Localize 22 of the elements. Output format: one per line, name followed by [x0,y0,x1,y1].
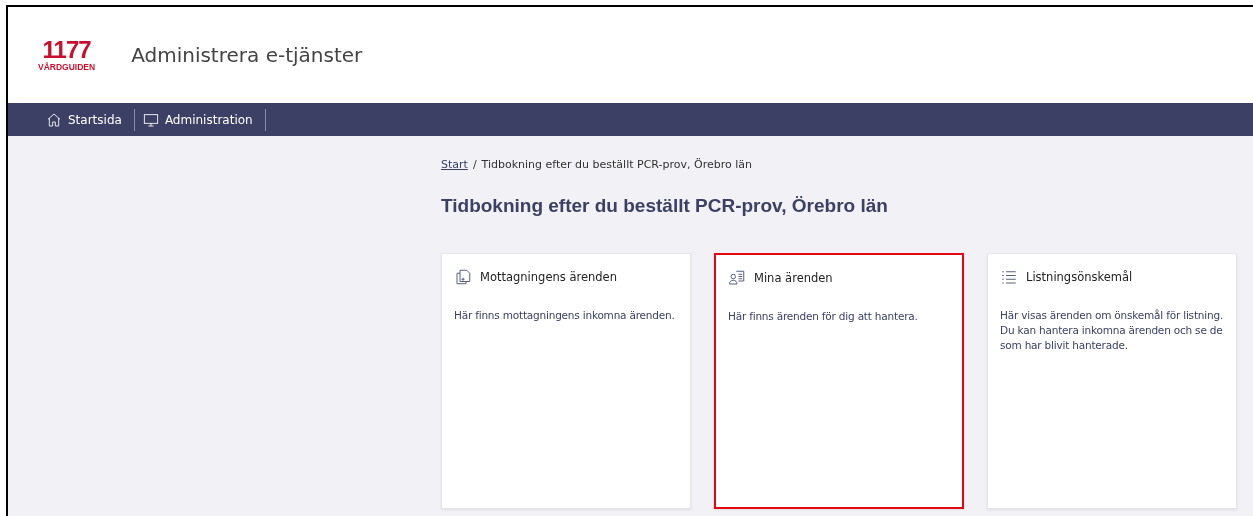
person-document-icon [728,269,746,287]
card-title: Listningsönskemål [1026,270,1133,284]
site-title: Administrera e-tjänster [131,43,363,67]
breadcrumb-current: Tidbokning efter du beställt PCR-prov, Örebro län [481,158,752,171]
list-icon [1000,268,1018,286]
home-icon [46,111,62,128]
service-card[interactable]: Listningsönskemål Här visas ärenden om önskemål för listning. Du kan hantera inkomna ärenden och se de som har blivit hanterade. [987,253,1237,509]
page-heading: Tidbokning efter du beställt PCR-prov, Örebro län [441,195,889,217]
breadcrumb-separator: / [472,158,477,171]
monitor-icon [142,111,159,128]
nav-link[interactable]: Administration [134,108,266,131]
service-card[interactable]: Mina ärenden Här finns ärenden för dig att hantera. [714,253,964,509]
documents-icon [454,268,472,286]
card-description: Här finns ärenden för dig att hantera. [728,309,919,324]
nav-link[interactable]: Startsida [38,108,135,131]
service-card[interactable]: Mottagningens ärenden Här finns mottagningens inkomna ärenden. [441,253,691,509]
logo[interactable]: 1177 VÅRDGUIDEN [38,38,96,72]
card-title: Mina ärenden [754,271,833,285]
card-description: Här visas ärenden om önskemål för listning. Du kan hantera inkomna ärenden och se de som har blivit hanterade. [1000,308,1224,353]
breadcrumb-link[interactable]: Start [441,158,468,171]
card-description: Här finns mottagningens inkomna ärenden. [454,308,676,323]
card-title: Mottagningens ärenden [480,270,617,284]
